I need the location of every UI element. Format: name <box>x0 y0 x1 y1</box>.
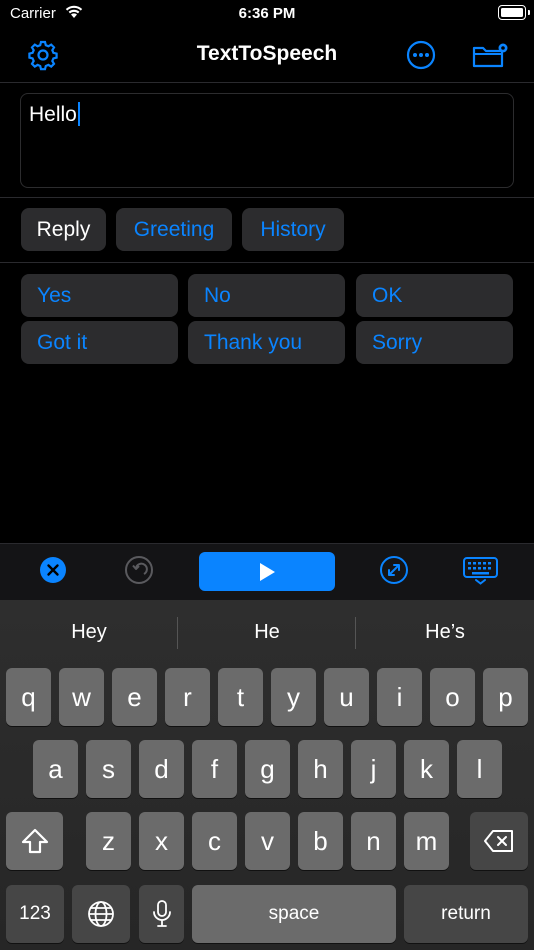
key-x[interactable]: x <box>139 812 184 870</box>
undo-icon[interactable] <box>124 555 154 585</box>
expand-icon[interactable] <box>379 555 409 585</box>
key-s[interactable]: s <box>86 740 131 798</box>
key-h[interactable]: h <box>298 740 343 798</box>
page-title: TextToSpeech <box>196 42 338 65</box>
key-r[interactable]: r <box>165 668 210 726</box>
text-caret <box>77 102 80 126</box>
phrase-no-button[interactable]: No <box>188 274 345 317</box>
return-key[interactable]: return <box>404 885 528 943</box>
key-e[interactable]: e <box>112 668 157 726</box>
key-t[interactable]: t <box>218 668 263 726</box>
microphone-key[interactable] <box>139 885 184 943</box>
folder-settings-icon[interactable] <box>470 38 514 72</box>
space-key[interactable]: space <box>192 885 396 943</box>
play-icon <box>260 562 275 581</box>
suggestion-2[interactable]: He <box>178 621 356 647</box>
key-k[interactable]: k <box>404 740 449 798</box>
phrase-ok-button[interactable]: OK <box>356 274 513 317</box>
key-p[interactable]: p <box>483 668 528 726</box>
status-bar: Carrier 6:36 PM <box>0 0 534 30</box>
tab-history[interactable]: History <box>242 208 344 251</box>
shift-key[interactable] <box>6 812 63 870</box>
more-options-icon[interactable] <box>404 38 438 72</box>
editor-divider <box>0 197 534 198</box>
key-y[interactable]: y <box>271 668 316 726</box>
speech-text: Hello <box>29 103 77 126</box>
key-a[interactable]: a <box>33 740 78 798</box>
key-o[interactable]: o <box>430 668 475 726</box>
microphone-icon <box>152 900 171 927</box>
key-q[interactable]: q <box>6 668 51 726</box>
tab-greeting[interactable]: Greeting <box>116 208 232 251</box>
phrase-yes-button[interactable]: Yes <box>21 274 178 317</box>
key-l[interactable]: l <box>457 740 502 798</box>
key-v[interactable]: v <box>245 812 290 870</box>
key-c[interactable]: c <box>192 812 237 870</box>
key-i[interactable]: i <box>377 668 422 726</box>
clear-icon[interactable] <box>38 555 68 585</box>
globe-icon <box>88 901 114 927</box>
key-m[interactable]: m <box>404 812 449 870</box>
suggestion-3[interactable]: He’s <box>356 621 534 647</box>
shift-icon <box>21 828 48 854</box>
key-g[interactable]: g <box>245 740 290 798</box>
key-f[interactable]: f <box>192 740 237 798</box>
backspace-icon <box>484 830 513 852</box>
battery-icon <box>498 5 530 20</box>
play-button[interactable] <box>199 552 335 591</box>
tabs-divider <box>0 262 534 263</box>
phrase-got-it-button[interactable]: Got it <box>21 321 178 364</box>
key-j[interactable]: j <box>351 740 396 798</box>
key-w[interactable]: w <box>59 668 104 726</box>
status-time: 6:36 PM <box>238 5 296 22</box>
speech-text-value: Hello <box>29 102 80 127</box>
numbers-key[interactable]: 123 <box>6 885 64 943</box>
key-z[interactable]: z <box>86 812 131 870</box>
key-d[interactable]: d <box>139 740 184 798</box>
key-n[interactable]: n <box>351 812 396 870</box>
phrase-sorry-button[interactable]: Sorry <box>356 321 513 364</box>
phrase-thank-you-button[interactable]: Thank you <box>188 321 345 364</box>
nav-divider <box>0 82 534 83</box>
globe-key[interactable] <box>72 885 130 943</box>
key-u[interactable]: u <box>324 668 369 726</box>
tab-reply[interactable]: Reply <box>21 208 106 251</box>
suggestion-1[interactable]: Hey <box>0 621 178 647</box>
key-b[interactable]: b <box>298 812 343 870</box>
keyboard-hide-icon[interactable] <box>462 555 500 585</box>
speech-text-input[interactable]: Hello <box>20 93 514 188</box>
backspace-key[interactable] <box>470 812 528 870</box>
